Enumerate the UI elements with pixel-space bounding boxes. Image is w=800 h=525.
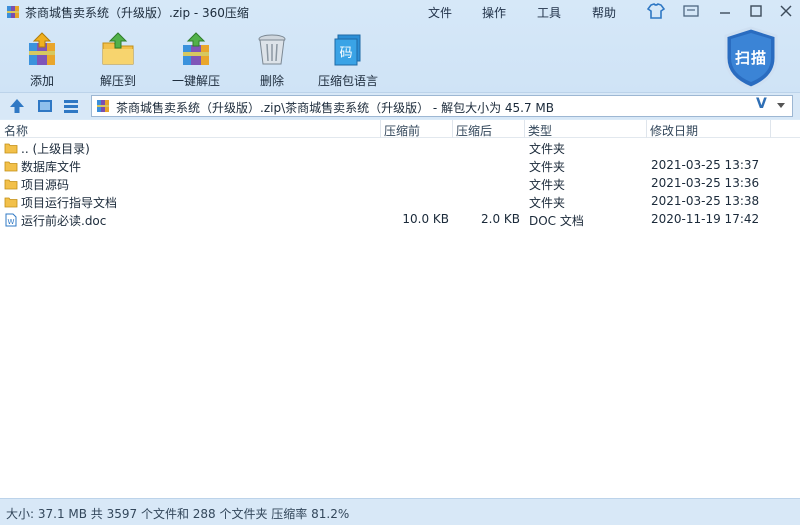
file-name: .. (上级目录): [21, 142, 90, 156]
address-path: 茶商城售卖系统（升级版）.zip\茶商城售卖系统（升级版） - 解包大小为 45…: [116, 101, 555, 115]
file-packed-size: 10.0 KB: [402, 212, 449, 226]
list-item-parent-dir[interactable]: .. (上级目录) 文件夹: [0, 139, 800, 157]
column-divider[interactable]: [524, 120, 525, 138]
column-divider[interactable]: [770, 120, 771, 138]
one-click-extract-button[interactable]: 一键解压: [160, 31, 232, 89]
column-divider[interactable]: [646, 120, 647, 138]
scan-button[interactable]: 扫描: [722, 26, 780, 90]
svg-text:W: W: [8, 218, 15, 226]
file-compressed-size: 2.0 KB: [481, 212, 520, 226]
folder-icon: [4, 179, 18, 190]
extract-folder-icon: [102, 32, 134, 65]
column-type[interactable]: 类型: [528, 122, 552, 139]
maximize-icon[interactable]: [747, 3, 765, 20]
delete-label: 删除: [259, 74, 284, 88]
status-text: 大小: 37.1 MB 共 3597 个文件和 288 个文件夹 压缩率 81.…: [6, 507, 350, 521]
address-dropdown-icon[interactable]: [777, 103, 785, 108]
add-archive-icon: [29, 32, 55, 65]
language-code-icon: 码: [334, 34, 361, 66]
add-label: 添加: [29, 74, 54, 88]
file-list: 名称 压缩前 压缩后 类型 修改日期 .. (上级目录) 文件夹 数据库文件 文…: [0, 120, 800, 498]
file-modified: 2021-03-25 13:38: [651, 194, 760, 208]
folder-icon: [4, 143, 18, 154]
delete-button[interactable]: 删除: [236, 31, 308, 89]
word-document-icon: W: [5, 213, 17, 227]
list-item[interactable]: W 运行前必读.doc 10.0 KB 2.0 KB DOC 文档 2020-1…: [0, 211, 800, 229]
menu-operate[interactable]: 操作: [482, 4, 506, 21]
verify-icon[interactable]: V: [756, 96, 767, 112]
close-icon[interactable]: [777, 3, 795, 20]
skin-icon[interactable]: [647, 3, 665, 20]
column-modified[interactable]: 修改日期: [650, 122, 698, 139]
archive-language-label: 压缩包语言: [317, 74, 378, 88]
add-button[interactable]: 添加: [6, 31, 78, 89]
status-bar: 大小: 37.1 MB 共 3597 个文件和 288 个文件夹 压缩率 81.…: [0, 498, 800, 525]
extract-to-button[interactable]: 解压到: [82, 31, 154, 89]
column-divider[interactable]: [380, 120, 381, 138]
one-click-extract-icon: [183, 32, 209, 65]
address-bar-row: 茶商城售卖系统（升级版）.zip\茶商城售卖系统（升级版） - 解包大小为 45…: [0, 93, 800, 119]
file-type: 文件夹: [529, 160, 566, 174]
column-header: 名称 压缩前 压缩后 类型 修改日期: [0, 120, 800, 138]
feedback-icon[interactable]: [682, 3, 700, 20]
menu-tools[interactable]: 工具: [537, 4, 561, 21]
trash-icon: [258, 34, 286, 65]
file-modified: 2021-03-25 13:36: [651, 176, 760, 190]
menu-file[interactable]: 文件: [428, 4, 452, 21]
column-compressed[interactable]: 压缩后: [456, 122, 492, 139]
file-type: 文件夹: [529, 142, 566, 156]
minimize-icon[interactable]: [716, 3, 734, 20]
file-type: 文件夹: [529, 196, 566, 210]
file-name: 项目源码: [21, 178, 70, 192]
file-name: 项目运行指导文档: [21, 196, 118, 210]
scan-label: 扫描: [734, 49, 767, 67]
archive-language-button[interactable]: 码 压缩包语言: [312, 31, 384, 89]
top-panel: 茶商城售卖系统（升级版）.zip - 360压缩 文件 操作 工具 帮助 添加 …: [0, 0, 800, 93]
column-packed[interactable]: 压缩前: [384, 122, 420, 139]
list-view-icon[interactable]: [62, 97, 80, 115]
file-name: 运行前必读.doc: [21, 214, 107, 228]
one-click-extract-label: 一键解压: [171, 74, 220, 88]
folder-icon: [4, 161, 18, 172]
list-item[interactable]: 项目运行指导文档 文件夹 2021-03-25 13:38: [0, 193, 800, 211]
up-arrow-icon[interactable]: [8, 97, 26, 115]
extract-to-label: 解压到: [99, 74, 136, 88]
file-type: DOC 文档: [529, 214, 584, 228]
file-type: 文件夹: [529, 178, 566, 192]
column-divider[interactable]: [452, 120, 453, 138]
archive-icon: [97, 100, 109, 112]
folder-icon: [4, 197, 18, 208]
svg-text:码: 码: [339, 46, 352, 61]
app-archive-icon: [7, 6, 19, 18]
file-modified: 2020-11-19 17:42: [651, 212, 760, 226]
menu-help[interactable]: 帮助: [592, 4, 616, 21]
large-icon-view-icon[interactable]: [36, 97, 54, 115]
list-item[interactable]: 项目源码 文件夹 2021-03-25 13:36: [0, 175, 800, 193]
file-modified: 2021-03-25 13:37: [651, 158, 760, 172]
file-name: 数据库文件: [21, 160, 82, 174]
column-name[interactable]: 名称: [4, 122, 28, 139]
address-bar[interactable]: 茶商城售卖系统（升级版）.zip\茶商城售卖系统（升级版） - 解包大小为 45…: [91, 95, 793, 117]
list-item[interactable]: 数据库文件 文件夹 2021-03-25 13:37: [0, 157, 800, 175]
window-title: 茶商城售卖系统（升级版）.zip - 360压缩: [25, 6, 249, 20]
title-bar: 茶商城售卖系统（升级版）.zip - 360压缩 文件 操作 工具 帮助: [0, 0, 800, 24]
